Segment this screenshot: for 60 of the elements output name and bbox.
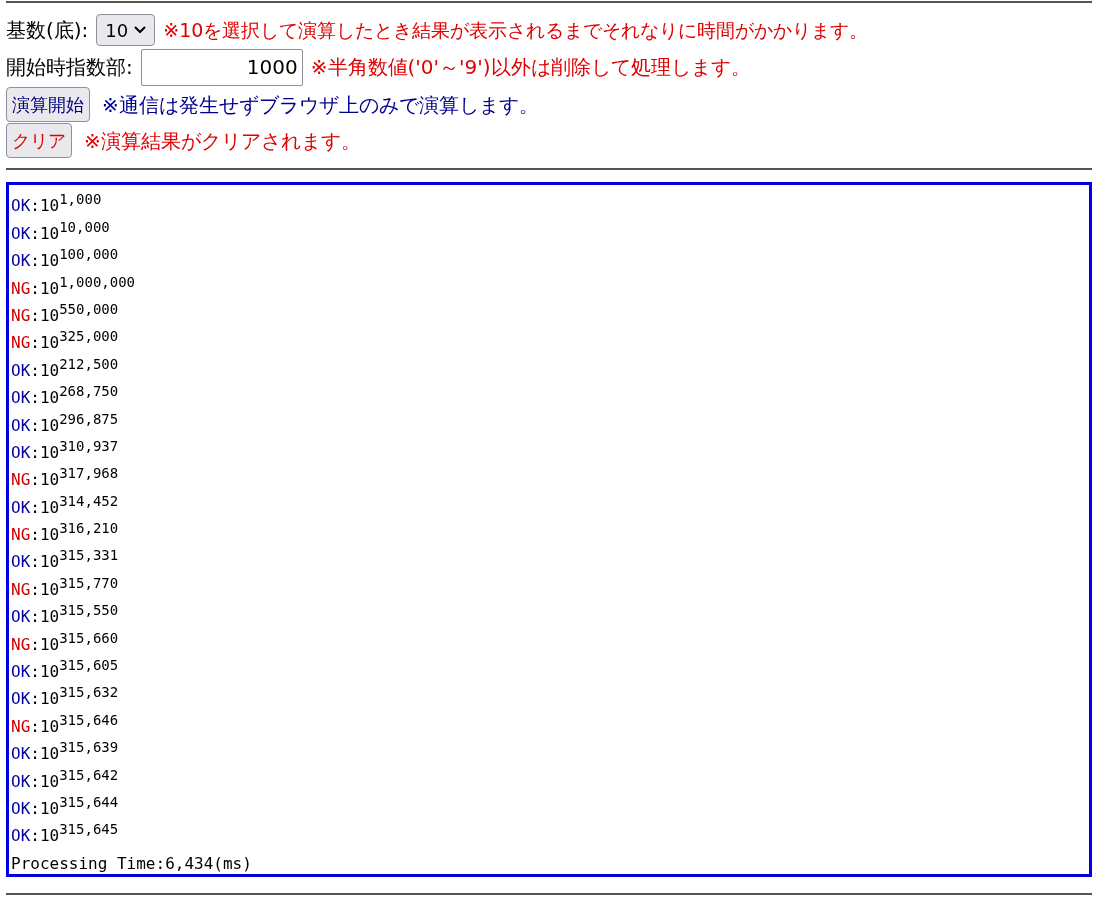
status-label: OK [11,606,31,629]
result-expression: :10$^{315,660}$ [30,632,119,656]
status-label: NG [11,277,31,300]
status-label: OK [11,359,31,382]
result-expression: :10$^{315,770}$ [30,577,119,601]
status-label: OK [11,496,31,519]
result-expression: :10$^{296,875}$ [30,413,119,437]
result-expression: :10$^{10,000}$ [30,221,110,245]
status-label: OK [11,688,31,711]
clear-button[interactable]: クリア [6,123,72,158]
status-label: OK [11,551,31,574]
result-expression: :10$^{325,000}$ [30,331,119,355]
status-label: OK [11,250,31,273]
result-expression: :10$^{1,000}$ [30,194,102,218]
result-expression: :10$^{315,632}$ [30,687,119,711]
status-label: OK [11,195,31,218]
status-label: OK [11,798,31,820]
status-label: OK [11,441,31,464]
status-label: NG [11,715,31,738]
status-label: OK [11,743,31,766]
exponent-input[interactable]: 1000 [140,48,303,86]
result-expression: :10$^{1,000,000}$ [30,276,136,300]
status-label: NG [11,633,31,656]
result-expression: :10$^{315,550}$ [30,605,119,629]
note-text: ※演算結果がクリアされます。 [84,127,361,155]
result-expression: :10$^{315,605}$ [30,660,119,684]
base-select[interactable]: 10 [96,14,156,46]
status-label: OK [11,387,31,410]
result-expression: :10$^{100,000}$ [30,249,119,273]
note-text: ※半角数値('0'～'9')以外は削除して処理します。 [310,54,751,81]
note-text: ※10を選択して演算したとき結果が表示されるまでそれなりに時間がかかります。 [163,17,869,43]
status-label: NG [11,524,31,547]
status-label: OK [11,222,31,245]
status-label: NG [11,469,31,492]
result-expression: :10$^{317,968}$ [30,468,119,492]
status-label: OK [11,414,31,437]
status-label: NG [11,332,31,355]
result-expression: :10$^{212,500}$ [30,358,119,382]
result-expression: :10$^{550,000}$ [30,303,119,327]
status-label: NG [11,578,31,601]
result-expression: :10$^{316,210}$ [30,523,119,547]
result-expression: :10$^{268,750}$ [30,386,119,410]
result-expression: :10$^{310,937}$ [30,440,119,464]
status-label: OK [11,661,31,684]
status-label: OK [11,770,31,793]
chevron-down-icon [134,26,147,34]
processing-time: Processing Time:6,434(ms) [11,852,252,875]
result-expression: :10$^{315,642}$ [30,769,119,793]
result-expression: :10$^{314,452}$ [30,495,119,519]
result-expression: :10$^{315,645}$ [30,824,119,848]
status-label: OK [11,825,31,848]
status-label: NG [11,304,31,327]
start-button[interactable]: 演算開始 [6,87,90,122]
result-expression: :10$^{315,646}$ [30,714,119,738]
field-label: 開始時指数部: [6,54,133,81]
result-expression: :10$^{315,331}$ [30,550,119,574]
result-expression: :10$^{315,639}$ [30,742,119,766]
note-text: ※通信は発生せずブラウザ上のみで演算します。 [102,91,539,119]
field-label: 基数(底): [6,17,89,44]
result-expression: :10$^{315,644}$ [30,797,119,820]
